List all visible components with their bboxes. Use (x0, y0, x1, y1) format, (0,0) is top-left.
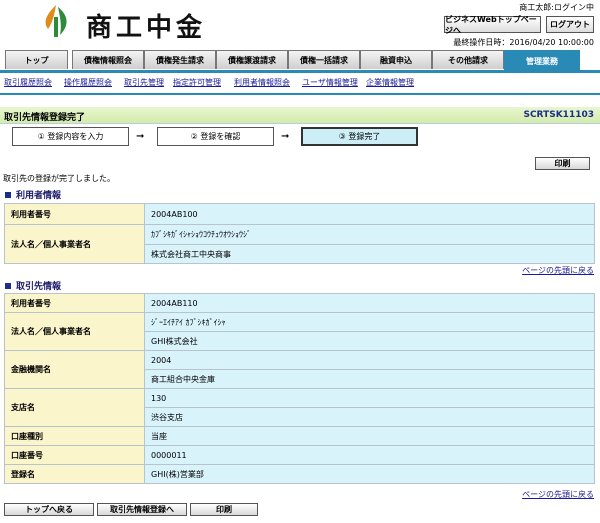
account-type-value: 当座 (144, 426, 595, 446)
bank-code: 2004 (144, 350, 595, 370)
user-info-table: 利用者番号 2004AB100 法人名／個人事業者名 ｶﾌﾞｼｷｶﾞｲｼｬｼｮｳ… (4, 203, 595, 264)
tab-top[interactable]: トップ (5, 50, 68, 69)
tab-admin[interactable]: 管理業務 (504, 50, 580, 72)
step-confirm: ② 登録を確認 (157, 127, 274, 146)
arrow-icon: ➞ (136, 131, 145, 142)
web-top-button[interactable]: ビジネスWebトップページへ (444, 15, 541, 35)
branch-name: 渋谷支店 (144, 407, 595, 427)
tab-claim-inquiry[interactable]: 債権情報照会 (72, 50, 144, 69)
last-operation-time: 最終操作日時：2016/04/20 10:00:00 (453, 38, 594, 47)
bank-label: 金融機関名 (4, 350, 145, 389)
account-number-value: 0000011 (144, 445, 595, 465)
square-bullet-icon (5, 191, 11, 198)
subnav-company-management[interactable]: 企業情報管理 (366, 77, 414, 88)
subnav-operation-history[interactable]: 操作履歴照会 (64, 77, 112, 88)
partner-info-heading-text: 取引先情報 (16, 282, 62, 292)
subnav-permission-management[interactable]: 指定許可管理 (173, 77, 221, 88)
tab-loan-application[interactable]: 融資申込 (360, 50, 432, 69)
tab-claim-transfer[interactable]: 債権譲渡請求 (216, 50, 288, 69)
account-type-label: 口座種別 (4, 426, 145, 446)
partner-register-button[interactable]: 取引先情報登録へ (97, 503, 187, 516)
partner-info-table: 利用者番号 2004AB110 法人名／個人事業者名 ｼﾞｰｴｲﾁｱｲ ｶﾌﾞｼ… (4, 293, 595, 484)
print-button-bottom[interactable]: 印刷 (190, 503, 258, 516)
user-number-label: 利用者番号 (4, 203, 145, 225)
partner-name-value: GHI株式会社 (144, 331, 595, 351)
tab-claim-batch[interactable]: 債権一括請求 (288, 50, 360, 69)
user-name-label: 法人名／個人事業者名 (4, 224, 145, 264)
logo-icon (45, 5, 67, 37)
user-info-heading-text: 利用者情報 (16, 191, 62, 201)
user-name-kana: ｶﾌﾞｼｷｶﾞｲｼｬｼｮｳｺｳﾁｭｳｵｳｼｮｳｼﾞ (144, 224, 595, 245)
tab-other-requests[interactable]: その他請求 (432, 50, 504, 69)
subnav-partner-management[interactable]: 取引先管理 (124, 77, 164, 88)
registered-name-value: GHI(株)営業部 (144, 464, 595, 484)
partner-info-heading: 取引先情報 (5, 279, 61, 292)
logout-button[interactable]: ログアウト (546, 16, 594, 33)
subnav-user-management[interactable]: ユーザ情報管理 (302, 77, 358, 88)
subnav-transaction-history[interactable]: 取引履歴照会 (4, 77, 52, 88)
branch-label: 支店名 (4, 388, 145, 427)
tab-underline (0, 70, 600, 73)
square-bullet-icon (5, 282, 11, 289)
print-button-top[interactable]: 印刷 (535, 157, 590, 170)
partner-user-number-value: 2004AB110 (144, 293, 595, 313)
bank-name: 商工組合中央金庫 (144, 369, 595, 389)
branch-code: 130 (144, 388, 595, 408)
step-input: ① 登録内容を入力 (12, 127, 129, 146)
logo-text: 商工中金 (86, 13, 207, 43)
partner-name-label: 法人名／個人事業者名 (4, 312, 145, 351)
completion-message: 取引先の登録が完了しました。 (3, 174, 115, 183)
user-name-value: 株式会社商工中央商事 (144, 244, 595, 264)
registered-name-label: 登録名 (4, 464, 145, 484)
user-status: 商工太郎:ログイン中 (519, 3, 594, 12)
back-to-top-button[interactable]: トップへ戻る (4, 503, 94, 516)
title-bar (0, 107, 600, 124)
page-title: 取引先情報登録完了 (4, 113, 86, 123)
tab-claim-issue[interactable]: 債権発生請求 (144, 50, 216, 69)
user-info-heading: 利用者情報 (5, 188, 61, 201)
step-complete: ③ 登録完了 (301, 127, 418, 146)
partner-name-kana: ｼﾞｰｴｲﾁｱｲ ｶﾌﾞｼｷｶﾞｲｼｬ (144, 312, 595, 332)
arrow-icon: ➞ (281, 131, 290, 142)
screen-id: SCRTSK11103 (523, 110, 594, 120)
user-number-value: 2004AB100 (144, 203, 595, 225)
partner-user-number-label: 利用者番号 (4, 293, 145, 313)
account-number-label: 口座番号 (4, 445, 145, 465)
subnav-user-info[interactable]: 利用者情報照会 (234, 77, 290, 88)
subnav-divider (0, 93, 600, 95)
page-top-link[interactable]: ページの先頭に戻る (522, 489, 594, 500)
page-top-link[interactable]: ページの先頭に戻る (522, 265, 594, 276)
